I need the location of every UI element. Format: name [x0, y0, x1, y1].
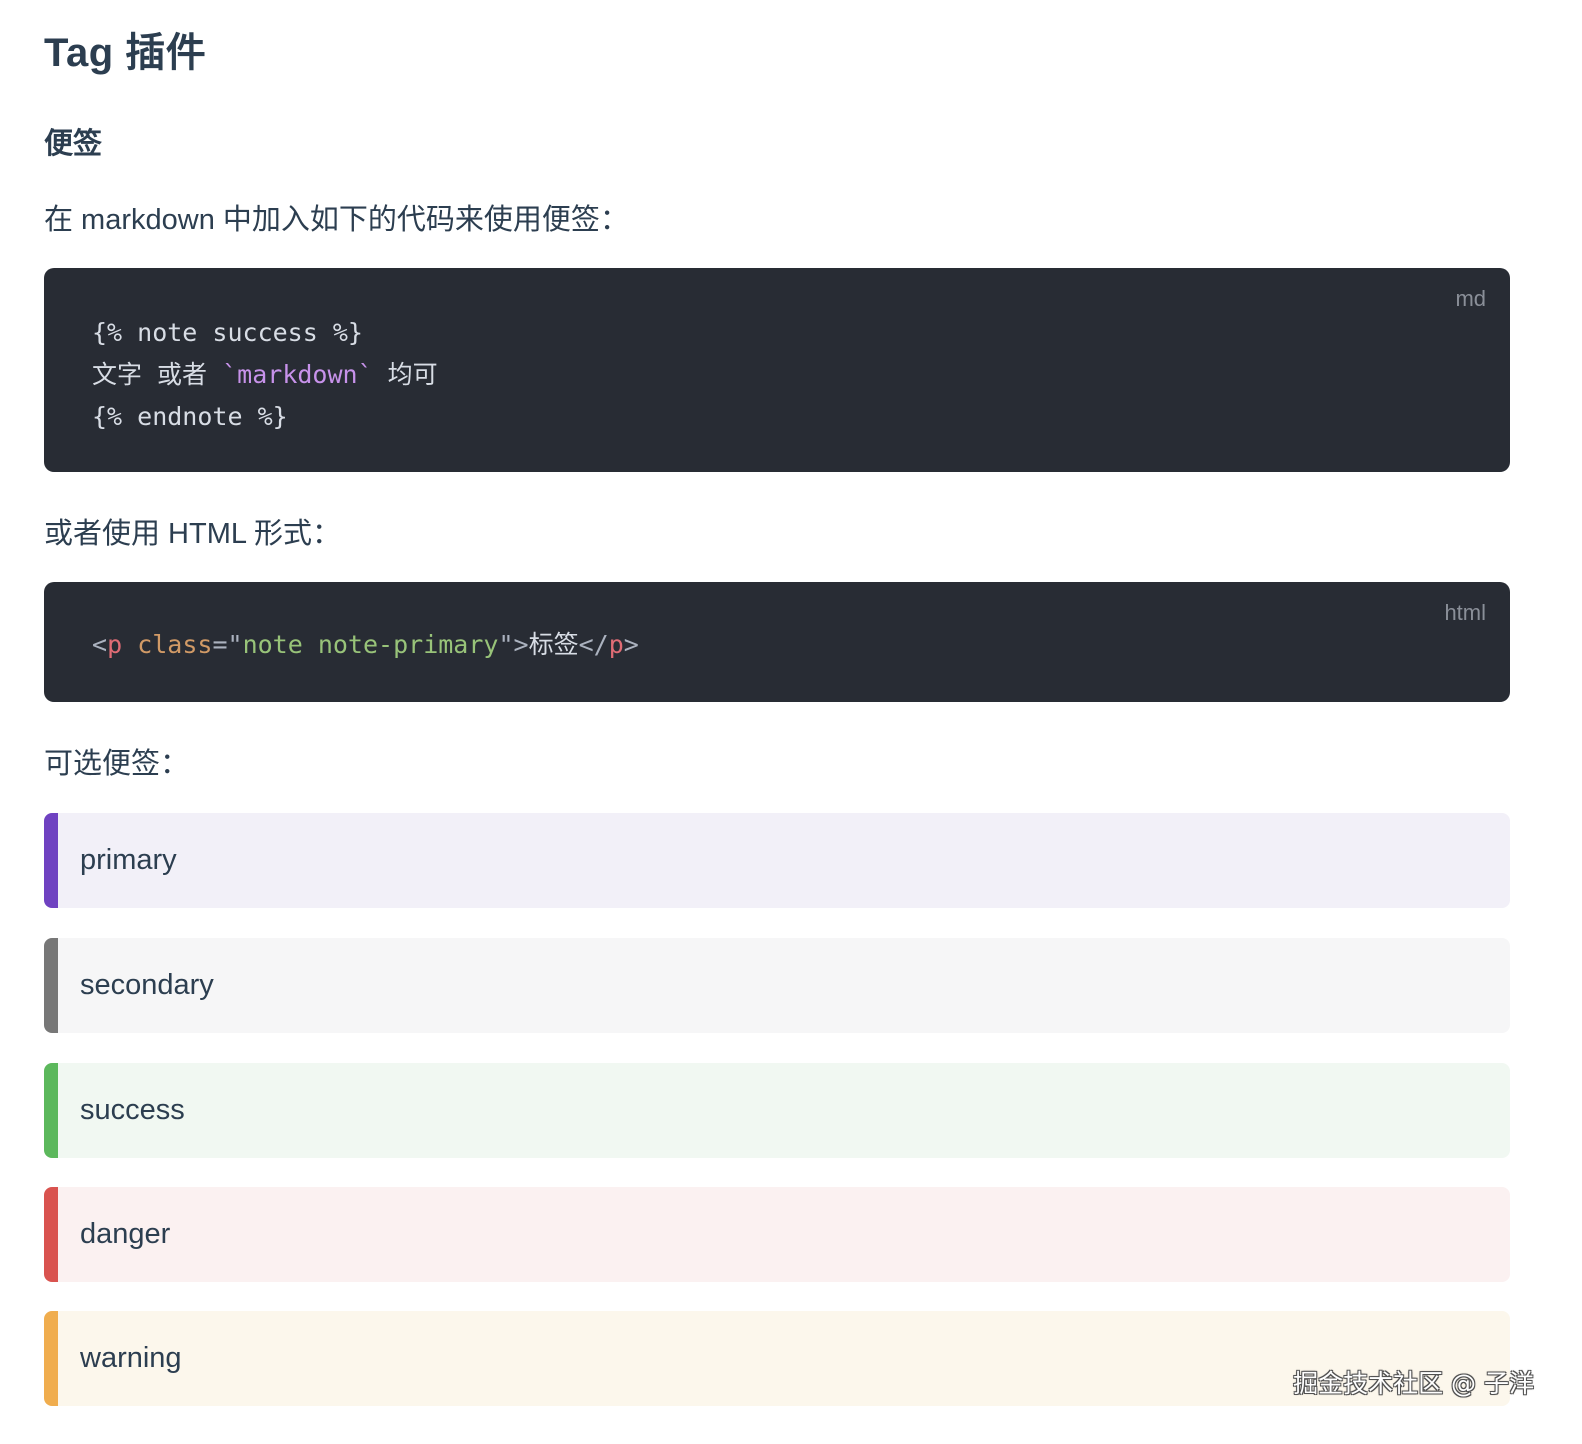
code-punct: =	[212, 630, 228, 659]
code-line-1: <p class="note note-primary">标签</p>	[92, 624, 1462, 666]
code-text: 均可	[372, 360, 438, 389]
note-label: primary	[80, 844, 177, 876]
section-title: 便签	[44, 128, 103, 160]
code-block-markdown[interactable]: md {% note success %} 文字 或者 `markdown` 均…	[44, 268, 1510, 472]
code-punct: <	[92, 630, 108, 659]
code-line-1: {% note success %}	[92, 318, 363, 347]
note-danger: danger	[44, 1187, 1510, 1282]
code-tag: p	[107, 630, 123, 659]
intro-html-text: 或者使用 HTML 形式：	[44, 518, 341, 550]
intro-markdown-text: 在 markdown 中加入如下的代码来使用便签：	[44, 204, 629, 236]
note-label: danger	[80, 1218, 171, 1250]
note-success: success	[44, 1063, 1510, 1158]
code-inline-markdown: `markdown`	[222, 360, 373, 389]
code-text: 标签	[528, 630, 579, 659]
note-label: warning	[80, 1342, 182, 1374]
code-tag: p	[608, 630, 624, 659]
note-secondary: secondary	[44, 938, 1510, 1033]
note-label: secondary	[80, 969, 214, 1001]
note-warning: warning	[44, 1311, 1510, 1406]
code-block-html[interactable]: html <p class="note note-primary">标签</p>	[44, 582, 1510, 702]
code-punct: </	[578, 630, 609, 659]
options-label: 可选便签：	[44, 748, 190, 780]
code-attr: class	[137, 630, 213, 659]
code-language-label: html	[1444, 600, 1486, 625]
code-text: 文字 或者	[92, 360, 223, 389]
note-primary: primary	[44, 813, 1510, 908]
code-punct: >	[623, 630, 639, 659]
code-line-2: 文字 或者 `markdown` 均可	[92, 354, 1462, 396]
code-language-label: md	[1455, 286, 1486, 311]
page-title: Tag 插件	[44, 31, 207, 75]
watermark: 掘金技术社区 @ 子洋	[1293, 1369, 1534, 1398]
code-line-3: {% endnote %}	[92, 402, 288, 431]
code-punct: >	[513, 630, 529, 659]
code-punct: "	[227, 630, 243, 659]
code-punct: "	[498, 630, 514, 659]
code-string: note note-primary	[242, 630, 499, 659]
note-label: success	[80, 1094, 185, 1126]
